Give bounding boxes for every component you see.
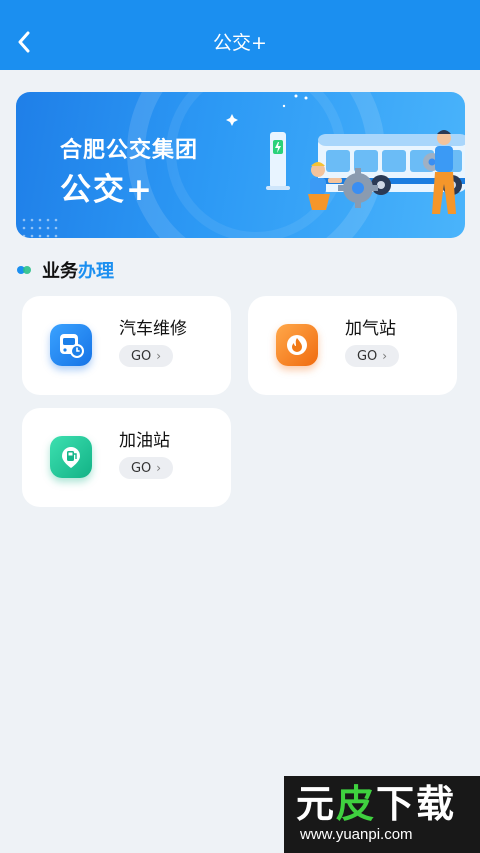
bus-repair-icon [50,324,92,366]
card-label: 加油站 [119,431,170,451]
banner-subtitle: 合肥公交集团 [60,138,199,163]
go-button[interactable]: GO › [345,345,399,367]
fuel-pump-icon [50,436,92,478]
banner-title: 公交+ [60,172,154,208]
section-header: 业务 办理 [16,258,114,282]
go-label: GO [356,348,378,364]
service-card-gas-station[interactable]: 加气站 GO › [248,296,457,395]
bus-illustration [266,130,465,214]
chevron-right-icon: › [156,461,162,475]
card-label: 汽车维修 [119,319,187,339]
section-title-part2: 办理 [78,261,114,282]
service-card-fuel-station[interactable]: 加油站 GO › [22,408,231,507]
section-title-part1: 业务 [42,261,78,282]
card-label: 加气站 [345,319,396,339]
watermark-url: www.yuanpi.com [300,826,413,843]
chevron-right-icon: › [382,349,388,363]
service-card-repair[interactable]: 汽车维修 GO › [22,296,231,395]
watermark-logo-text: 元皮下载 [296,782,457,826]
go-label: GO [130,348,152,364]
go-label: GO [130,460,152,476]
promo-banner[interactable]: 合肥公交集团 公交+ [16,92,465,238]
flame-icon [276,324,318,366]
watermark: 元皮下载 www.yuanpi.com [284,776,480,853]
section-dot-icon [17,266,31,274]
go-button[interactable]: GO › [119,345,173,367]
page-title: 公交+ [213,32,267,54]
top-bar: 公交+ [0,0,480,70]
go-button[interactable]: GO › [119,457,173,479]
chevron-right-icon: › [156,349,162,363]
